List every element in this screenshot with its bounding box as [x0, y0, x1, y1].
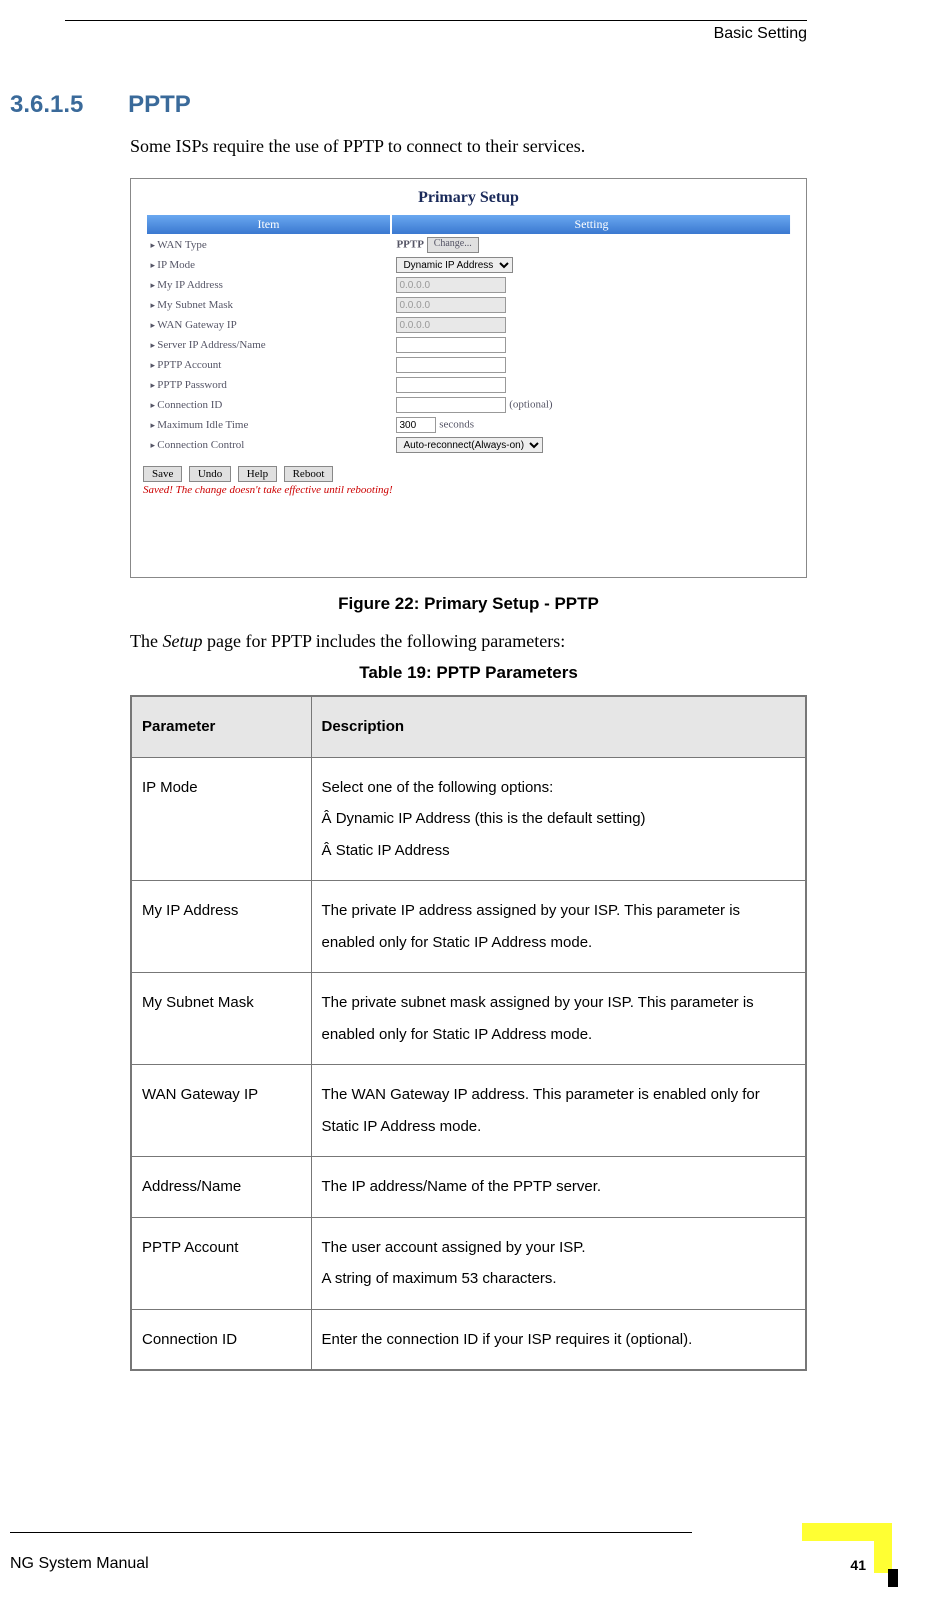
param-address-name: Address/Name — [131, 1157, 311, 1218]
para2-a: The — [130, 631, 162, 651]
crop-mark-icon — [888, 1569, 898, 1587]
account-input[interactable] — [396, 357, 506, 373]
change-button[interactable]: Change... — [427, 237, 479, 253]
desc-pptp-account-1: The user account assigned by your ISP. — [322, 1232, 796, 1264]
param-pptp-account: PPTP Account — [131, 1217, 311, 1309]
crop-marks — [832, 1523, 892, 1583]
desc-wan-gw: The WAN Gateway IP address. This paramet… — [311, 1065, 806, 1157]
param-ip-mode: IP Mode — [131, 757, 311, 881]
row-max-idle-label: Maximum Idle Time — [147, 416, 391, 434]
figure-caption: Figure 22: Primary Setup - PPTP — [0, 578, 872, 614]
footer-manual-name: NG System Manual — [10, 1555, 149, 1573]
ip-mode-select[interactable]: Dynamic IP Address — [396, 257, 513, 273]
screenshot-warning: Saved! The change doesn't take effective… — [131, 482, 806, 496]
screenshot-table: Item Setting WAN Type PPTP Change... IP … — [145, 213, 793, 456]
desc-pptp-account-2: A string of maximum 53 characters. — [322, 1263, 796, 1295]
section-number: 3.6.1.5 — [0, 91, 83, 118]
screenshot-figure: Primary Setup Item Setting WAN Type PPTP… — [130, 178, 807, 578]
table-row: My Subnet Mask The private subnet mask a… — [131, 973, 806, 1065]
max-idle-input[interactable] — [396, 417, 436, 433]
password-input[interactable] — [396, 377, 506, 393]
page: Basic Setting 3.6.1.5 PPTP Some ISPs req… — [0, 20, 932, 1613]
param-wan-gw: WAN Gateway IP — [131, 1065, 311, 1157]
desc-my-subnet: The private subnet mask assigned by your… — [311, 973, 806, 1065]
wan-gw-input[interactable] — [396, 317, 506, 333]
desc-pptp-account: The user account assigned by your ISP. A… — [311, 1217, 806, 1309]
desc-ip-mode-opt1: Dynamic IP Address (this is the default … — [322, 803, 796, 835]
undo-button[interactable]: Undo — [189, 466, 231, 482]
table-row: My IP Address The private IP address ass… — [131, 881, 806, 973]
row-server-label: Server IP Address/Name — [147, 336, 391, 354]
para2-b: page for PPTP includes the following par… — [202, 631, 565, 651]
reboot-button[interactable]: Reboot — [284, 466, 334, 482]
table-caption: Table 19: PPTP Parameters — [0, 655, 872, 683]
second-paragraph: The Setup page for PPTP includes the fol… — [0, 614, 872, 655]
row-conn-ctrl-label: Connection Control — [147, 436, 391, 454]
desc-ip-mode: Select one of the following options: Dyn… — [311, 757, 806, 881]
row-wan-gw-label: WAN Gateway IP — [147, 316, 391, 334]
screenshot-title: Primary Setup — [131, 179, 806, 213]
param-my-subnet: My Subnet Mask — [131, 973, 311, 1065]
row-conn-id-label: Connection ID — [147, 396, 391, 414]
table-row: Connection ID Enter the connection ID if… — [131, 1309, 806, 1370]
crop-mark-icon — [874, 1523, 892, 1573]
para2-italic: Setup — [162, 631, 202, 651]
wan-type-value: PPTP — [396, 239, 424, 251]
footer: NG System Manual 41 — [0, 1532, 932, 1573]
th-description: Description — [311, 696, 806, 757]
row-my-subnet-label: My Subnet Mask — [147, 296, 391, 314]
desc-ip-mode-opt2: Static IP Address — [322, 835, 796, 867]
row-password-label: PPTP Password — [147, 376, 391, 394]
intro-paragraph: Some ISPs require the use of PPTP to con… — [0, 119, 872, 160]
parameter-table: Parameter Description IP Mode Select one… — [130, 695, 807, 1371]
table-row: PPTP Account The user account assigned b… — [131, 1217, 806, 1309]
param-conn-id: Connection ID — [131, 1309, 311, 1370]
idle-unit: seconds — [439, 419, 474, 431]
table-row: WAN Gateway IP The WAN Gateway IP addres… — [131, 1065, 806, 1157]
screenshot-col-item: Item — [147, 215, 391, 234]
screenshot-button-bar: Save Undo Help Reboot — [131, 456, 806, 482]
row-wan-type-label: WAN Type — [147, 236, 391, 254]
desc-my-ip: The private IP address assigned by your … — [311, 881, 806, 973]
th-parameter: Parameter — [131, 696, 311, 757]
save-button[interactable]: Save — [143, 466, 182, 482]
screenshot-col-setting: Setting — [392, 215, 790, 234]
section-title: PPTP — [90, 91, 191, 118]
desc-ip-mode-intro: Select one of the following options: — [322, 772, 796, 804]
conn-id-input[interactable] — [396, 397, 506, 413]
screenshot-header-row: Item Setting — [147, 215, 791, 234]
row-account-label: PPTP Account — [147, 356, 391, 374]
header-section: Basic Setting — [0, 21, 872, 43]
my-ip-input[interactable] — [396, 277, 506, 293]
optional-label: (optional) — [509, 399, 552, 411]
my-subnet-input[interactable] — [396, 297, 506, 313]
row-my-ip-label: My IP Address — [147, 276, 391, 294]
row-ip-mode-label: IP Mode — [147, 256, 391, 274]
server-input[interactable] — [396, 337, 506, 353]
table-row: IP Mode Select one of the following opti… — [131, 757, 806, 881]
desc-address-name: The IP address/Name of the PPTP server. — [311, 1157, 806, 1218]
desc-conn-id: Enter the connection ID if your ISP requ… — [311, 1309, 806, 1370]
table-header-row: Parameter Description — [131, 696, 806, 757]
section-heading: 3.6.1.5 PPTP — [0, 43, 872, 119]
help-button[interactable]: Help — [238, 466, 277, 482]
conn-ctrl-select[interactable]: Auto-reconnect(Always-on) — [396, 437, 543, 453]
table-row: Address/Name The IP address/Name of the … — [131, 1157, 806, 1218]
param-my-ip: My IP Address — [131, 881, 311, 973]
